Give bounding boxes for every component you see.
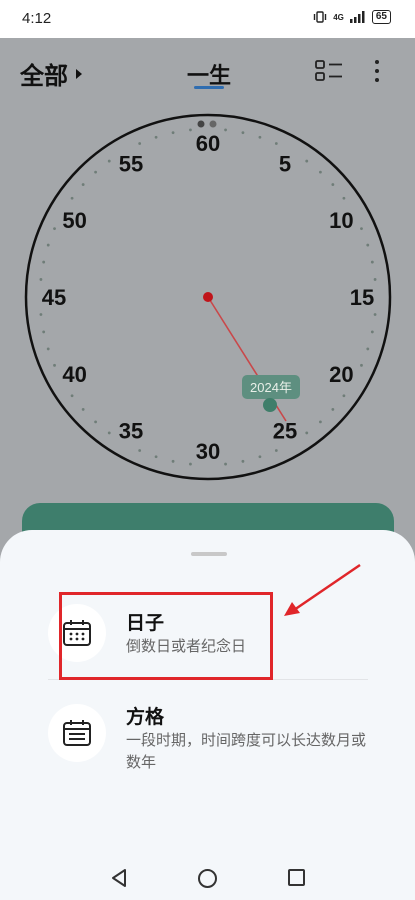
dial-tick-dot — [342, 394, 346, 398]
dial-tick-dot — [366, 347, 370, 351]
home-icon[interactable] — [198, 869, 217, 888]
recent-apps-icon[interactable] — [288, 869, 305, 886]
dial-tick-dot — [370, 260, 374, 264]
list-view-icon[interactable] — [315, 60, 343, 82]
back-icon[interactable] — [110, 868, 128, 888]
dial-label: 40 — [62, 362, 86, 387]
signal-icon — [349, 11, 365, 23]
dial-tick-dot — [94, 170, 97, 174]
battery-icon: 65 — [371, 10, 391, 24]
dial-tick-dot — [154, 455, 158, 459]
top-bar: 全部 一生 — [0, 50, 415, 94]
dial-tick-dot — [360, 363, 363, 367]
annotation-arrow-icon — [284, 563, 361, 616]
dial-tick-dot — [138, 449, 142, 452]
dial-tick-dot — [373, 278, 377, 281]
dial-label: 15 — [350, 285, 374, 310]
dial-tick-dot — [46, 347, 50, 351]
dial-tick-dot — [81, 183, 85, 186]
dial-label: 30 — [196, 439, 220, 464]
filter-label: 全部 — [20, 63, 68, 90]
dial-label: 20 — [329, 362, 353, 387]
dial-tick-dot — [39, 278, 43, 281]
highlight-box — [59, 592, 273, 680]
dial-tick-dot — [42, 260, 46, 264]
sheet-handle[interactable] — [191, 552, 227, 556]
year-badge-text: 2024年 — [250, 380, 292, 395]
signal-label: 4G — [333, 12, 344, 22]
dial-tick-dot — [42, 330, 46, 334]
dial-tick-dot — [53, 227, 56, 231]
option-grid-title: 方格 — [126, 707, 165, 728]
dial-tick-dot — [319, 420, 322, 424]
life-dial: 60 5 10 15 20 25 30 35 40 45 50 55 2024年 — [24, 113, 392, 481]
dial-tick-dot — [370, 330, 374, 334]
dial-tick-dot — [360, 227, 363, 231]
dial-label: 10 — [329, 208, 353, 233]
dial-tick-dot — [46, 243, 50, 247]
dial-tick-dot — [171, 459, 175, 463]
dial-tick-dot — [154, 135, 158, 139]
dial-tick-dot — [241, 459, 245, 463]
dial-tick-dot — [189, 462, 192, 466]
dial-tick-dot — [241, 131, 245, 135]
dial-tick-dot — [39, 313, 43, 316]
system-nav-bar — [0, 850, 415, 900]
dial-label: 50 — [62, 208, 86, 233]
dial-label: 45 — [42, 285, 66, 310]
dial-tick-dot — [53, 363, 56, 367]
caret-right-icon — [76, 68, 82, 79]
dial-tick-dot — [171, 131, 175, 135]
current-year-marker[interactable] — [263, 398, 277, 412]
dial-tick-dot — [331, 408, 335, 411]
dial-tick-dot — [70, 196, 74, 200]
dial-tick-dot — [305, 159, 309, 163]
dial-label: 35 — [119, 418, 143, 443]
dial-tick-dot — [70, 394, 74, 398]
vibrate-icon — [314, 11, 327, 23]
dial-tick-dot — [107, 431, 111, 435]
status-icons: 4G 65 — [313, 10, 391, 24]
dial-tick-dot — [373, 313, 377, 316]
dial-tick-dot — [319, 170, 322, 174]
status-time: 4:12 — [22, 10, 52, 27]
calendar-list-icon — [63, 720, 91, 746]
dial-tick-dot — [342, 196, 346, 200]
option-grid[interactable]: 方格 一段时期，时间跨度可以长达数月或数年 — [48, 700, 378, 780]
dial-label: 25 — [273, 418, 297, 443]
dial-tick-dot — [189, 128, 192, 132]
status-bar: 4:12 4G 65 — [0, 0, 415, 38]
dial-tick-dot — [331, 183, 335, 186]
dial-tick-dot — [94, 420, 97, 424]
more-menu-icon[interactable] — [370, 58, 384, 84]
dial-tick-dot — [138, 142, 142, 145]
dial-tick-dot — [274, 449, 278, 452]
dial-center — [203, 292, 213, 302]
dial-label: 5 — [279, 152, 291, 177]
option-grid-description: 一段时期，时间跨度可以长达数月或数年 — [126, 732, 367, 771]
dial-tick-dot — [107, 159, 111, 163]
dial-tick-dot — [224, 128, 227, 132]
dial-label: 60 — [196, 131, 220, 156]
tab-underline — [194, 86, 224, 89]
dial-tick-dot — [274, 142, 278, 145]
dial-tick-dot — [224, 462, 227, 466]
icon-container — [48, 704, 106, 762]
dial-tick-dot — [305, 431, 309, 435]
dial-tick-dot — [366, 243, 370, 247]
dial-tick-dot — [81, 408, 85, 411]
dial-tick-dot — [258, 455, 262, 459]
dial-label: 55 — [119, 152, 143, 177]
filter-dropdown[interactable]: 全部 — [20, 56, 82, 91]
dial-tick-dot — [258, 135, 262, 139]
